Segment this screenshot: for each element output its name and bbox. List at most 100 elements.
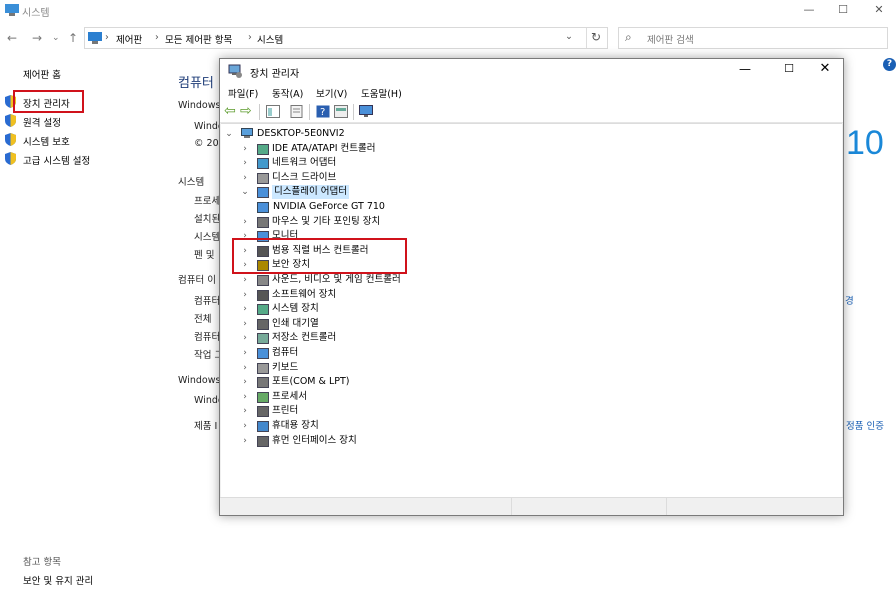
menu-bar: 파일(F) 동작(A) 보기(V) 도움말(H): [220, 83, 843, 101]
computer-description-label: 컴퓨터: [194, 332, 221, 343]
security-maintenance-link[interactable]: 보안 및 유지 관리: [23, 573, 93, 587]
search-input[interactable]: ⌕ 제어판 검색: [618, 27, 888, 49]
chevron-right-icon[interactable]: ›: [241, 171, 249, 185]
display-adapter-icon: [257, 187, 269, 199]
chevron-right-icon[interactable]: ›: [241, 156, 249, 170]
display-adapter-icon: [257, 202, 269, 213]
tree-node-label: 키보드: [272, 361, 299, 373]
advanced-system-settings-link[interactable]: 고급 시스템 설정: [23, 153, 90, 167]
tree-node-label: 프로세서: [272, 390, 307, 402]
help-icon[interactable]: ?: [883, 58, 896, 71]
help-icon[interactable]: ?: [316, 105, 330, 118]
breadcrumb-item[interactable]: 제어판: [116, 32, 142, 46]
chevron-right-icon[interactable]: ›: [241, 142, 249, 156]
maximize-button[interactable]: ☐: [826, 0, 860, 22]
chevron-right-icon[interactable]: ›: [241, 331, 249, 345]
chevron-right-icon[interactable]: ›: [241, 288, 249, 302]
system-icon: [5, 4, 19, 16]
breadcrumb-item[interactable]: 시스템: [257, 32, 283, 46]
toolbar: ⇦ ⇨ ?: [220, 101, 843, 123]
chevron-right-icon[interactable]: ›: [241, 302, 249, 316]
software-device-icon: [257, 289, 269, 301]
gpu-name: NVIDIA GeForce GT 710: [273, 201, 385, 212]
chevron-right-icon[interactable]: ›: [241, 375, 249, 389]
tree-node-label: 휴먼 인터페이스 장치: [272, 434, 357, 446]
tree-node-label: 프린터: [272, 405, 299, 417]
highlight-box: [13, 90, 84, 113]
port-icon: [257, 377, 269, 389]
chevron-right-icon[interactable]: ›: [241, 215, 249, 229]
shield-icon: [5, 152, 16, 165]
pen-touch-label: 펜 및: [194, 250, 215, 261]
status-bar: [220, 497, 843, 515]
hid-icon: [257, 435, 269, 447]
back-arrow-icon[interactable]: ⇦: [224, 103, 236, 119]
chevron-right-icon[interactable]: ›: [241, 273, 249, 287]
storage-controller-icon: [257, 333, 269, 345]
chevron-right-icon[interactable]: ›: [241, 361, 249, 375]
remote-settings-link[interactable]: 원격 설정: [23, 115, 61, 129]
change-settings-link[interactable]: 경: [845, 293, 854, 307]
menu-action[interactable]: 동작(A): [272, 86, 303, 100]
properties-icon[interactable]: [290, 105, 304, 118]
show-hide-tree-icon[interactable]: [266, 105, 280, 118]
search-icon: ⌕: [625, 30, 632, 44]
forward-button[interactable]: →: [32, 31, 42, 45]
chevron-right-icon[interactable]: ›: [241, 390, 249, 404]
mouse-icon: [257, 216, 269, 228]
close-button[interactable]: ✕: [862, 0, 896, 22]
see-also-heading: 참고 항목: [23, 557, 61, 568]
chevron-right-icon[interactable]: ›: [241, 434, 249, 448]
chevron-right-icon[interactable]: ›: [241, 317, 249, 331]
processor-label: 프로세: [194, 196, 221, 207]
device-manager-titlebar: 장치 관리자 — ☐ ✕: [220, 59, 843, 83]
close-button[interactable]: ✕: [815, 61, 835, 76]
update-driver-icon[interactable]: [334, 105, 348, 118]
product-id-label: 제품 I: [194, 421, 218, 432]
address-bar[interactable]: › 제어판 › 모든 제어판 항목 › 시스템 ⌄ ↻: [84, 27, 608, 49]
chevron-right-icon[interactable]: ›: [241, 346, 249, 360]
system-protection-link[interactable]: 시스템 보호: [23, 134, 70, 148]
network-adapter-icon: [257, 158, 269, 170]
scan-hardware-icon[interactable]: [359, 105, 373, 118]
tree-node-label: 시스템 장치: [272, 303, 319, 315]
back-button[interactable]: ←: [7, 31, 17, 45]
window-title: 시스템: [22, 8, 50, 19]
shield-icon: [5, 114, 16, 127]
tree-node-label: 디스크 드라이브: [272, 171, 337, 183]
minimize-button[interactable]: —: [792, 0, 826, 22]
computer-name-label: 컴퓨터: [194, 296, 221, 307]
system-heading: 시스템: [178, 177, 205, 188]
activation-heading: Windows: [178, 375, 221, 386]
tree-node-label: 디스플레이 어댑터: [272, 185, 349, 200]
minimize-button[interactable]: —: [735, 62, 755, 76]
menu-view[interactable]: 보기(V): [316, 86, 347, 100]
control-panel-home-link[interactable]: 제어판 홈: [23, 67, 61, 81]
full-name-label: 전체: [194, 314, 212, 325]
svg-text:?: ?: [320, 107, 325, 118]
maximize-button[interactable]: ☐: [779, 62, 799, 75]
disk-drive-icon: [257, 172, 269, 184]
forward-arrow-icon[interactable]: ⇨: [240, 103, 252, 119]
refresh-icon[interactable]: ↻: [591, 30, 601, 44]
menu-help[interactable]: 도움말(H): [361, 86, 402, 100]
shield-icon: [5, 133, 16, 146]
chevron-down-icon[interactable]: ⌄: [225, 127, 233, 141]
chevron-down-icon[interactable]: ⌄: [241, 185, 249, 199]
tree-node-label: 저장소 컨트롤러: [272, 332, 337, 344]
menu-file[interactable]: 파일(F): [228, 86, 258, 100]
activate-windows-link[interactable]: 정품 인증: [846, 418, 884, 432]
system-window-titlebar: 시스템 — ☐ ✕: [0, 0, 896, 22]
chevron-right-icon[interactable]: ›: [241, 419, 249, 433]
copyright-text: © 20: [194, 138, 219, 149]
chevron-right-icon[interactable]: ›: [241, 404, 249, 418]
search-placeholder: 제어판 검색: [647, 35, 694, 46]
tree-node-label: 사운드, 비디오 및 게임 컨트롤러: [272, 274, 401, 285]
keyboard-icon: [257, 362, 269, 374]
page-title: 컴퓨터: [178, 76, 214, 91]
up-button[interactable]: ↑: [68, 31, 78, 45]
recent-dropdown-button[interactable]: ⌄: [52, 33, 60, 43]
address-dropdown-icon[interactable]: ⌄: [565, 31, 573, 42]
breadcrumb-item[interactable]: 모든 제어판 항목: [165, 32, 232, 46]
tree-node-label: 소프트웨어 장치: [272, 288, 337, 300]
